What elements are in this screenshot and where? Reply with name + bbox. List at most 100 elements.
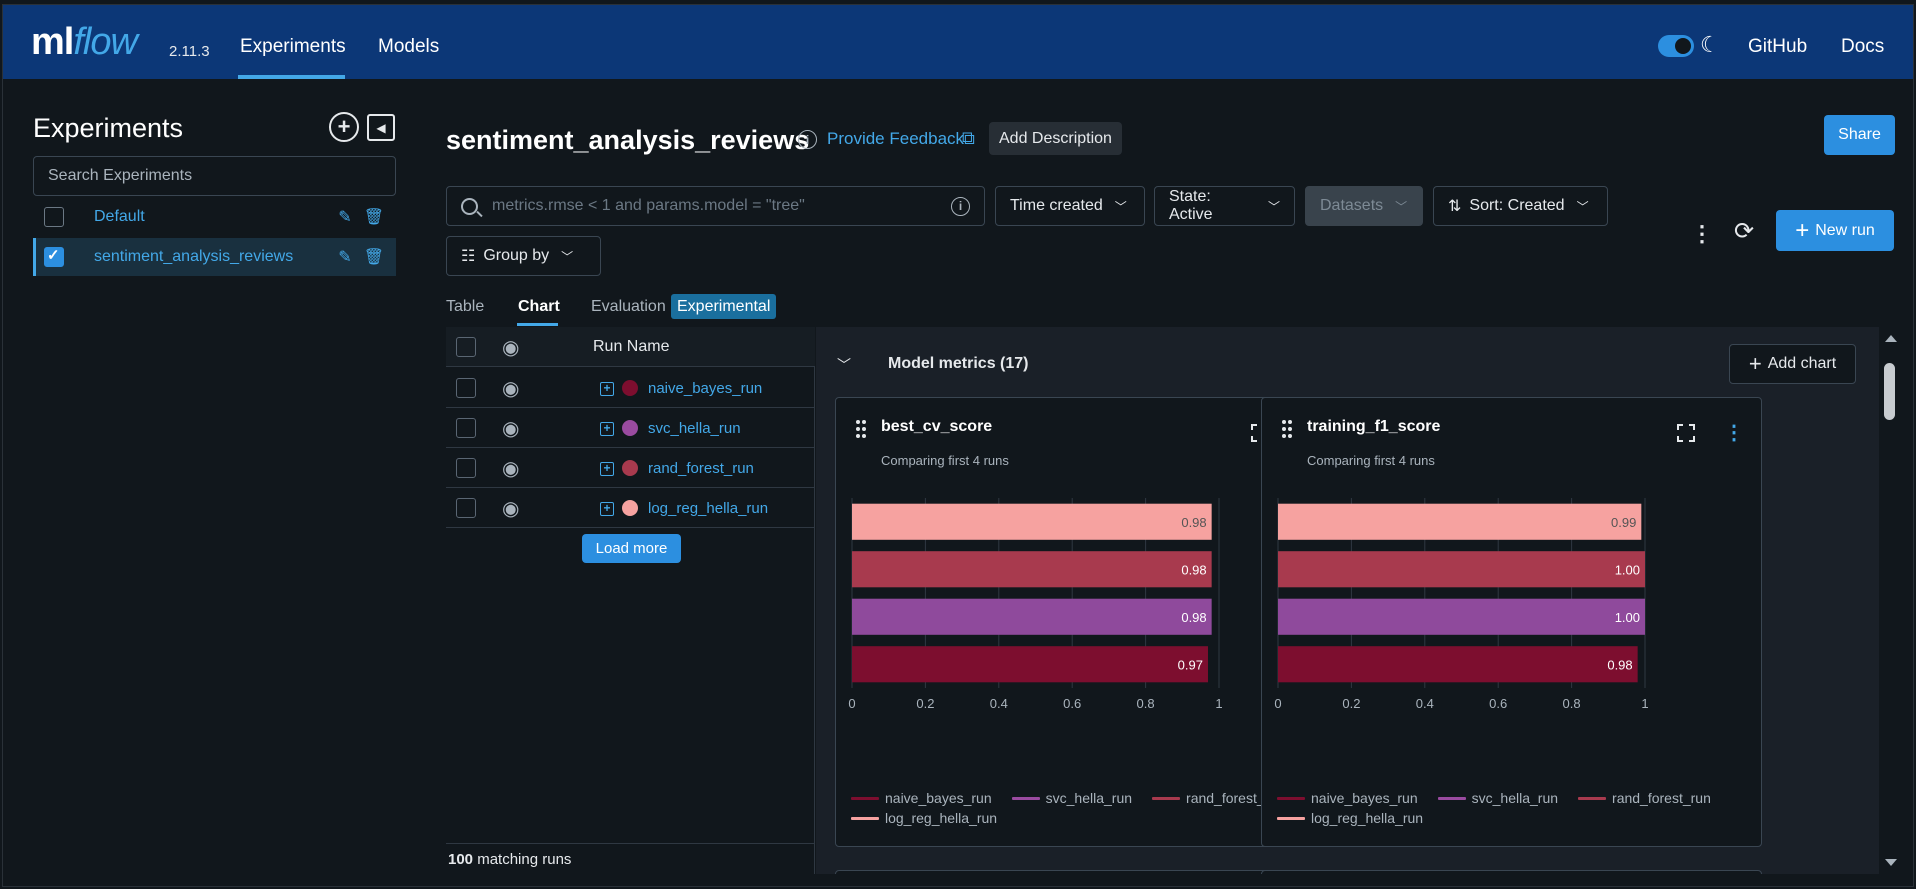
experiment-checkbox[interactable] [44, 246, 64, 267]
run-search-input[interactable]: metrics.rmse < 1 and params.model = "tre… [446, 186, 985, 226]
legend-item[interactable]: rand_forest_run [1578, 788, 1711, 808]
table-row[interactable]: ◉ + log_reg_hella_run [446, 488, 815, 528]
bar [852, 503, 1212, 540]
legend-item[interactable]: naive_bayes_run [851, 788, 992, 808]
eye-icon[interactable]: ◉ [502, 456, 519, 481]
row-checkbox[interactable] [456, 458, 476, 478]
matching-runs-count: 100 matching runs [448, 851, 572, 868]
tab-table[interactable]: Table [446, 298, 484, 316]
legend-item[interactable]: svc_hella_run [1011, 788, 1132, 808]
chevron-down-icon: ﹀ [1576, 199, 1589, 214]
run-color-dot[interactable] [622, 460, 638, 476]
run-color-dot[interactable] [622, 420, 638, 436]
trash-icon[interactable]: 🗑 [364, 207, 384, 227]
row-checkbox[interactable] [456, 418, 476, 438]
legend-item[interactable]: log_reg_hella_run [851, 808, 997, 828]
select-all-checkbox[interactable] [456, 337, 476, 357]
provide-feedback-link[interactable]: Provide Feedback [827, 129, 964, 149]
search-experiments-input[interactable]: Search Experiments [33, 156, 396, 196]
collapse-sidebar-icon[interactable]: ◀ [367, 114, 395, 141]
nav-models[interactable]: Models [378, 36, 439, 58]
page-title: sentiment_analysis_reviews [446, 125, 810, 155]
eye-icon[interactable]: ◉ [502, 335, 519, 360]
docs-link[interactable]: Docs [1841, 36, 1884, 58]
group-by-dropdown[interactable]: ☷ Group by ﹀ [446, 236, 601, 276]
experiment-checkbox[interactable] [44, 207, 64, 227]
trash-icon[interactable]: 🗑 [364, 247, 384, 267]
scroll-up-icon[interactable] [1885, 335, 1897, 342]
more-options-icon[interactable]: ⋮ [1691, 221, 1713, 247]
bar-value-label: 0.98 [1181, 610, 1206, 625]
bar [852, 646, 1208, 683]
x-tick-label: 0.4 [990, 696, 1008, 711]
time-created-dropdown[interactable]: Time created ﹀ [995, 186, 1145, 226]
add-chart-button[interactable]: + Add chart [1729, 344, 1856, 384]
row-checkbox[interactable] [456, 378, 476, 398]
run-name-link[interactable]: naive_bayes_run [648, 380, 762, 397]
expand-icon[interactable]: + [600, 502, 614, 516]
nav-experiments[interactable]: Experiments [240, 36, 346, 58]
load-more-button[interactable]: Load more [582, 534, 681, 563]
scroll-down-icon[interactable] [1885, 859, 1897, 866]
run-name-link[interactable]: svc_hella_run [648, 420, 741, 437]
moon-icon: ☾ [1700, 32, 1720, 57]
x-tick-label: 1 [1641, 696, 1648, 711]
experiment-row-default[interactable]: Default ✎ 🗑 [33, 198, 396, 236]
info-icon[interactable]: i [951, 196, 970, 216]
row-checkbox[interactable] [456, 498, 476, 518]
github-link[interactable]: GitHub [1748, 36, 1807, 58]
run-color-dot[interactable] [622, 380, 638, 396]
chevron-down-icon[interactable]: ﹀ [837, 355, 851, 375]
table-row[interactable]: ◉ + naive_bayes_run [446, 368, 815, 408]
table-row[interactable]: ◉ + svc_hella_run [446, 408, 815, 448]
chart-title: best_cv_score [881, 418, 993, 435]
scrollbar-thumb[interactable] [1884, 363, 1895, 420]
chart-subtitle: Comparing first 4 runs [881, 453, 1009, 468]
eye-icon[interactable]: ◉ [502, 496, 519, 521]
share-button[interactable]: Share [1824, 115, 1895, 155]
edit-icon[interactable]: ✎ [338, 247, 351, 267]
run-name-column-header[interactable]: Run Name [593, 338, 669, 356]
legend-item[interactable]: naive_bayes_run [1277, 788, 1418, 808]
chart-card-partial [1261, 870, 1762, 874]
chart-subtitle: Comparing first 4 runs [1307, 453, 1435, 468]
table-row[interactable]: ◉ + rand_forest_run [446, 448, 815, 488]
info-icon[interactable]: i [798, 130, 817, 149]
bar-value-label: 0.99 [1611, 515, 1636, 530]
bar-chart-svg: 0 0.2 0.4 0.6 0.8 1 0.99 1.00 1.00 0.98 [1274, 498, 1649, 711]
tab-chart[interactable]: Chart [518, 298, 560, 316]
bar-value-label: 1.00 [1615, 562, 1640, 577]
refresh-icon[interactable]: ⟳ [1734, 217, 1754, 246]
expand-icon[interactable]: + [600, 462, 614, 476]
legend-item[interactable]: svc_hella_run [1437, 788, 1558, 808]
create-experiment-icon[interactable]: + [329, 112, 359, 142]
bar-value-label: 1.00 [1615, 610, 1640, 625]
run-name-link[interactable]: rand_forest_run [648, 460, 754, 477]
vertical-scrollbar[interactable] [1879, 327, 1901, 874]
fullscreen-icon[interactable] [1677, 424, 1695, 442]
new-run-button[interactable]: + New run [1776, 210, 1894, 251]
drag-handle-icon[interactable] [1282, 420, 1294, 438]
experiment-row-sentiment[interactable]: sentiment_analysis_reviews ✎ 🗑 [33, 238, 396, 276]
state-dropdown[interactable]: State: Active ﹀ [1154, 186, 1295, 226]
tab-evaluation[interactable]: Evaluation [591, 298, 666, 316]
bar [1278, 551, 1645, 588]
expand-icon[interactable]: + [600, 422, 614, 436]
eye-icon[interactable]: ◉ [502, 376, 519, 401]
experiment-name[interactable]: Default [94, 208, 338, 226]
sort-dropdown[interactable]: ⇅ Sort: Created ﹀ [1433, 186, 1608, 226]
chart-options-icon[interactable]: ⋮ [1724, 420, 1744, 445]
mlflow-logo[interactable]: mlflow [31, 21, 138, 64]
legend-swatch [1578, 796, 1607, 800]
eye-icon[interactable]: ◉ [502, 416, 519, 441]
run-color-dot[interactable] [622, 500, 638, 516]
drag-handle-icon[interactable] [856, 420, 868, 438]
edit-icon[interactable]: ✎ [338, 207, 351, 227]
run-name-link[interactable]: log_reg_hella_run [648, 500, 768, 517]
dark-mode-toggle[interactable] [1658, 35, 1694, 57]
add-description-button[interactable]: Add Description [989, 122, 1122, 155]
expand-icon[interactable]: + [600, 382, 614, 396]
experimental-badge: Experimental [671, 294, 777, 319]
experiment-name[interactable]: sentiment_analysis_reviews [94, 248, 338, 266]
legend-item[interactable]: log_reg_hella_run [1277, 808, 1423, 828]
